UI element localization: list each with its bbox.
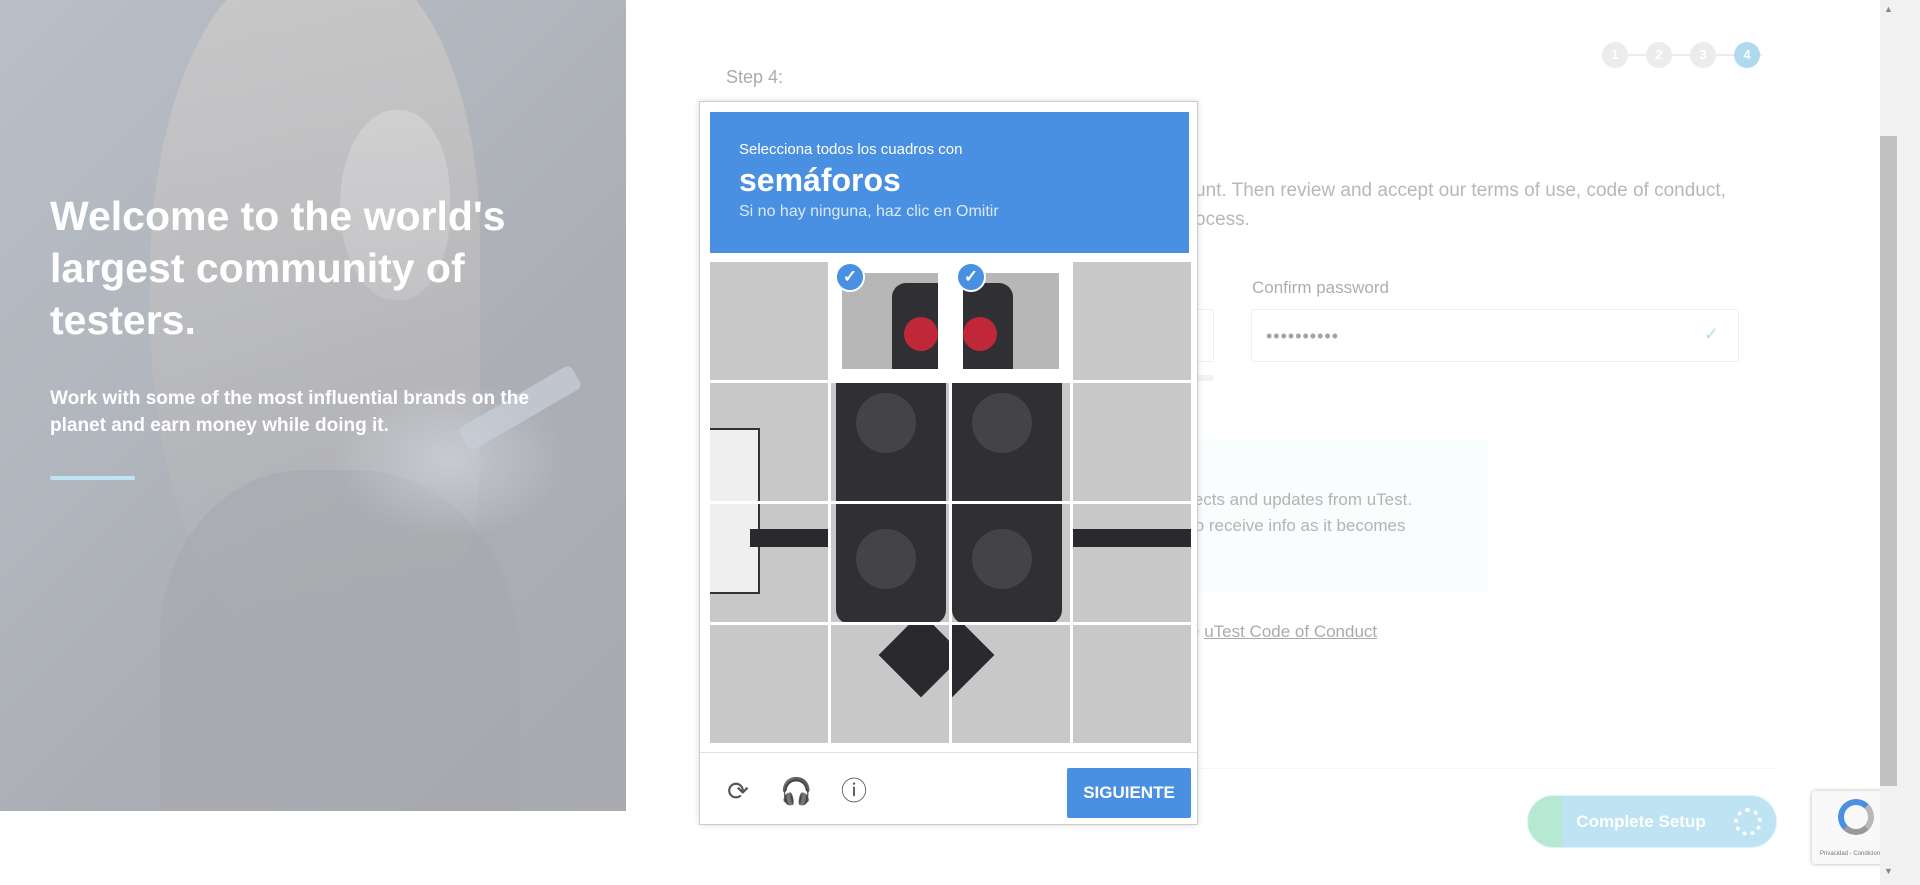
captcha-grid: ✓ ✓ [710,262,1191,743]
scrollbar[interactable]: ▲ ▼ [1880,0,1920,885]
red-lamp [963,317,997,351]
captcha-tile[interactable] [710,504,828,622]
captcha-tile[interactable] [1073,625,1191,743]
page: Step 4: 1 2 3 4 unt. Then review and acc… [0,0,1920,885]
captcha-tile[interactable] [710,262,828,380]
audio-icon[interactable]: 🎧 [780,775,812,807]
captcha-tile[interactable] [710,625,828,743]
lamp [856,393,916,453]
bracket [952,625,995,698]
lamp [972,529,1032,589]
recaptcha-terms: Privacidad - Condiciones [1820,851,1887,857]
pole [1073,529,1191,547]
captcha-tile[interactable] [831,383,949,501]
captcha-hint: Si no hay ninguna, haz clic en Omitir [739,203,999,220]
captcha-header: Selecciona todos los cuadros con semáfor… [710,112,1189,253]
pole [750,529,828,547]
lamp [972,393,1032,453]
scrollbar-thumb[interactable] [1880,136,1897,786]
captcha-instruction: Selecciona todos los cuadros con [739,141,963,158]
captcha-tile[interactable] [1073,383,1191,501]
captcha-dialog: Selecciona todos los cuadros con semáfor… [699,101,1198,825]
recaptcha-logo-icon [1838,799,1874,835]
captcha-tile[interactable] [952,383,1070,501]
red-lamp [904,317,938,351]
captcha-tile[interactable] [952,504,1070,622]
street-sign [710,504,760,594]
captcha-tile[interactable] [952,625,1070,743]
reload-icon[interactable]: ⟳ [722,775,754,807]
captcha-tile[interactable] [1073,504,1191,622]
scroll-down-icon[interactable]: ▼ [1884,866,1893,876]
info-icon[interactable]: ⓘ [838,775,870,807]
captcha-tile[interactable] [831,625,949,743]
captcha-tile[interactable] [831,504,949,622]
next-button[interactable]: SIGUIENTE [1067,768,1191,818]
scroll-up-icon[interactable]: ▲ [1884,4,1893,14]
lamp [856,529,916,589]
captcha-tile[interactable] [1073,262,1191,380]
check-icon: ✓ [956,262,986,292]
street-sign [710,428,760,501]
captcha-target: semáforos [739,162,901,198]
bracket [878,625,949,698]
captcha-tile[interactable] [710,383,828,501]
check-icon: ✓ [835,262,865,292]
captcha-footer: ⟳ 🎧 ⓘ SIGUIENTE [700,752,1197,824]
